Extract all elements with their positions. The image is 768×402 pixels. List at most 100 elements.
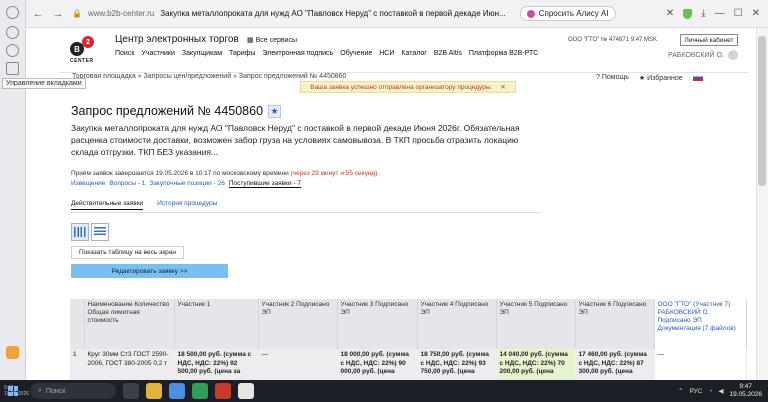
back-icon[interactable]: ←	[30, 6, 46, 22]
maximize-icon[interactable]: ☐	[734, 8, 743, 19]
language-indicator[interactable]: РУС	[689, 388, 702, 395]
browser-sidebar	[0, 0, 26, 380]
help-link[interactable]: ? Помощь	[596, 74, 629, 82]
company-info: ООО "ГТО" № 474871 9:47 MSK	[568, 37, 658, 43]
user-name: РАБКОВСКИЙ О.	[668, 51, 724, 59]
columns-icon	[74, 227, 86, 237]
nav-item[interactable]: B2B Altis	[434, 50, 462, 57]
table-header: Участник 3 Подписано ЭП	[337, 299, 418, 349]
tabs-icon[interactable]	[6, 26, 19, 39]
nav-item[interactable]: НСИ	[379, 50, 394, 57]
extension-icon[interactable]: ✕	[666, 8, 674, 19]
subtab-applications[interactable]: Поступившие заявки - 7	[228, 180, 301, 188]
table-cell: 17 460,00 руб. (сумма с НДС, НДС: 22%) 8…	[575, 349, 655, 380]
all-services-link[interactable]: ▦ Все сервисы	[247, 36, 297, 44]
tab-history[interactable]: История процедуры	[157, 200, 217, 210]
page-title: Запрос предложений № 4450860 ★	[71, 104, 282, 118]
nav-item[interactable]: Электронная подпись	[262, 50, 333, 57]
alice-label: Спросить Алису AI	[538, 9, 609, 18]
volume-icon[interactable]: ◀	[718, 387, 723, 395]
alice-icon[interactable]	[6, 6, 19, 19]
chevron-up-icon[interactable]: ⌃	[678, 387, 683, 395]
page-title-tab: Закупка металлопроката для нужд АО "Павл…	[160, 9, 506, 18]
subtab-positions[interactable]: Закупочные позиции - 26	[149, 180, 224, 188]
forward-icon[interactable]: →	[50, 6, 66, 22]
table-header: Наименование Количество Общая лимитная с…	[84, 299, 175, 349]
table-header: Участник 6 Подписано ЭП	[575, 299, 655, 349]
tab-valid-applications[interactable]: Действительные заявки	[71, 200, 144, 210]
scrollbar-thumb[interactable]	[758, 36, 766, 186]
notes-icon[interactable]	[238, 383, 254, 399]
url-domain: www.b2b-center.ru	[87, 9, 155, 18]
nav-item[interactable]: Обучение	[340, 50, 372, 57]
play-icon[interactable]	[6, 44, 19, 57]
taskbar: ⌕ Поиск ⌃ РУС ◔ ◀ 9:47 19.05.2026	[0, 380, 768, 402]
app-icon[interactable]	[6, 346, 19, 359]
address-bar[interactable]: 🔒 www.b2b-center.ru Закупка металлопрока…	[72, 9, 506, 18]
download-icon[interactable]: ⤓	[701, 8, 705, 19]
system-tray: ⌃ РУС ◔ ◀ 9:47 19.05.2026	[678, 383, 762, 399]
table-header: Участник 1	[174, 299, 259, 349]
table-cell: —	[258, 349, 338, 380]
nav-item[interactable]: Закупщикам	[182, 50, 222, 57]
view-columns-button[interactable]	[71, 223, 89, 241]
table-header	[70, 299, 85, 349]
help-bar: ? Помощь ★ Избранное	[596, 74, 703, 82]
flag-icon[interactable]	[692, 74, 703, 81]
table-row: 1 Круг 30мм Ст3 ГОСТ 2590-2006, ГОСТ 380…	[70, 349, 747, 380]
subtabs: Извещение Вопросы - 1 Закупочные позиции…	[71, 180, 301, 188]
nav-item[interactable]: Тарифы	[229, 50, 255, 57]
deadline-info: Приём заявок завершается 19.05.2026 в 10…	[71, 170, 381, 177]
site-name[interactable]: Центр электронных торгов	[115, 34, 239, 45]
explorer-icon[interactable]	[146, 383, 162, 399]
main-nav: Поиск Участники Закупщикам Тарифы Электр…	[115, 50, 538, 57]
view-rows-button[interactable]	[91, 223, 109, 241]
table-cell: 18 500,00 руб. (сумма с НДС, НДС: 22%) 9…	[174, 349, 259, 380]
avatar	[727, 50, 738, 60]
taskbar-search[interactable]: ⌕ Поиск	[30, 383, 116, 399]
table-cell: 18 000,00 руб. (сумма с НДС, НДС: 22%) 9…	[337, 349, 418, 380]
logo-number: 2	[82, 36, 94, 48]
task-view-icon[interactable]	[123, 383, 139, 399]
browser-toolbar: ← → 🔒 www.b2b-center.ru Закупка металлоп…	[26, 0, 768, 28]
lock-icon: 🔒	[72, 9, 82, 18]
table-cell-best: 14 040,00 руб. (сумма с НДС, НДС: 22%) 7…	[496, 349, 576, 380]
breadcrumb[interactable]: Торговая площадка » Запросы цен/предложе…	[72, 73, 346, 80]
table-header-row: Наименование Количество Общая лимитная с…	[70, 299, 747, 349]
nav-item[interactable]: Участники	[141, 50, 174, 57]
close-icon[interactable]: ✕	[752, 8, 760, 19]
star-icon[interactable]: ★	[268, 104, 282, 118]
deadline-label: Приём заявок завершается 19.05.2026 в 10…	[71, 170, 289, 177]
table-header-own[interactable]: ООО "ГТО" (Участник 7) РАБКОВСКИЙ О. Под…	[654, 299, 747, 349]
user-menu[interactable]: РАБКОВСКИЙ О.	[668, 50, 738, 60]
pdf-icon[interactable]	[215, 383, 231, 399]
deadline-remaining: (через 29 минут и 55 секунд) .	[290, 170, 381, 177]
side-clock-date: 19.05.2026	[4, 391, 30, 397]
nav-item[interactable]: Платформа B2B-РТС	[469, 50, 539, 57]
favorite-link[interactable]: ★ Избранное	[639, 74, 683, 82]
tab-manager-icon[interactable]	[6, 62, 19, 75]
table-cell: —	[654, 349, 747, 380]
clock-date: 19.05.2026	[729, 391, 762, 398]
cabinet-button[interactable]: Личный кабинет	[680, 34, 738, 46]
clock[interactable]: 9:47 19.05.2026	[729, 383, 762, 399]
applications-table: Наименование Количество Общая лимитная с…	[70, 299, 747, 380]
rows-icon	[94, 227, 106, 237]
yandex-browser-icon[interactable]	[169, 383, 185, 399]
table-header: Участник 4 Подписано ЭП	[417, 299, 497, 349]
shield-icon[interactable]	[683, 8, 693, 19]
minimize-icon[interactable]: —	[715, 8, 725, 19]
edit-application-button[interactable]: Редактировать заявку >>	[71, 264, 228, 278]
wifi-icon[interactable]: ◔	[709, 388, 713, 395]
nav-item[interactable]: Каталог	[401, 50, 426, 57]
subtab-notice[interactable]: Извещение	[71, 180, 105, 188]
divider	[71, 212, 541, 213]
procedure-description: Закупка металлопроката для нужд АО "Павл…	[71, 123, 520, 157]
alice-button[interactable]: Спросить Алису AI	[519, 6, 616, 21]
site-logo[interactable]: B 2 CENTER	[70, 30, 108, 66]
nav-item[interactable]: Поиск	[115, 50, 134, 57]
excel-icon[interactable]	[192, 383, 208, 399]
full-table-button[interactable]: Показать таблицу на весь экран	[71, 246, 184, 259]
subtab-questions[interactable]: Вопросы - 1	[109, 180, 145, 188]
close-icon[interactable]: ✕	[500, 83, 505, 91]
